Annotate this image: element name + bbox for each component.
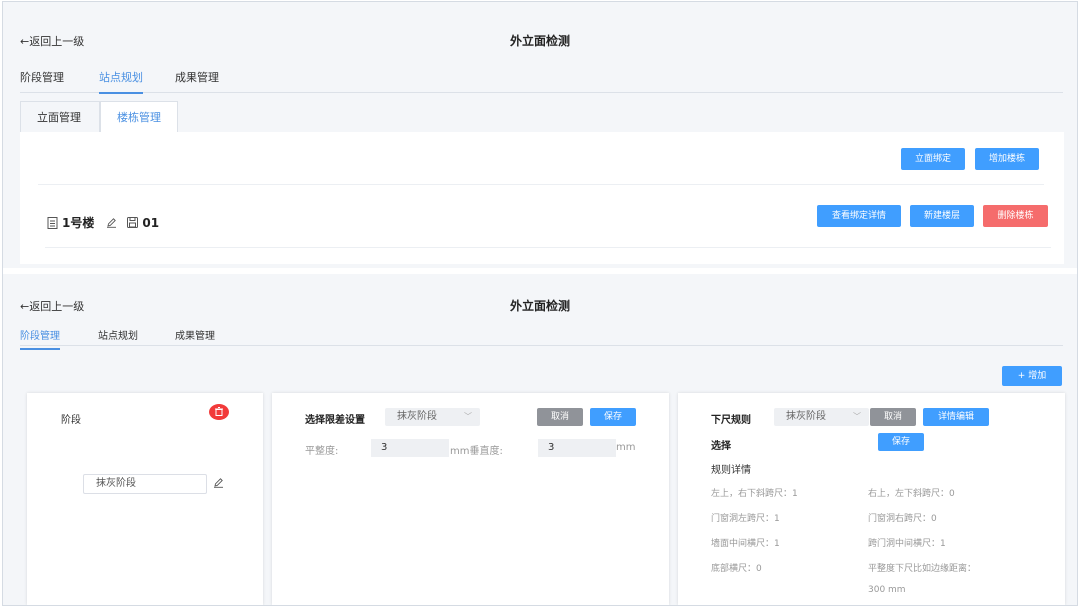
add-stage-button[interactable]: + 增加: [1002, 366, 1062, 386]
building-code: 01: [142, 215, 160, 230]
stage-card: 阶段 抹灰阶段: [27, 393, 263, 605]
edit-icon[interactable]: [106, 217, 117, 228]
building-management-panel: ←返回上一级 外立面检测 阶段管理 站点规划 成果管理 立面管理 楼栋管理 立面…: [3, 2, 1077, 268]
rule-item: 左上，右下斜跨尺：1: [711, 489, 798, 499]
main-tabs: 阶段管理 站点规划 成果管理: [20, 327, 1063, 350]
building-name: 1号楼: [62, 216, 95, 230]
unit-label: mm: [616, 442, 636, 453]
page-title: 外立面检测: [509, 299, 570, 313]
cancel-button[interactable]: 取消: [870, 408, 916, 426]
chevron-down-icon: ﹀: [464, 412, 472, 421]
divider: [45, 247, 1051, 248]
bind-facade-button[interactable]: 立面绑定: [901, 148, 965, 170]
stage-label: 阶段: [61, 415, 81, 426]
edge-distance-value: 300 mm: [868, 585, 906, 595]
building-card: 立面绑定 增加楼栋 1号楼 01 查看绑定详情 新建楼层 删除楼栋: [20, 132, 1064, 264]
rule-item: 跨门洞中间横尺：1: [868, 539, 946, 549]
stage-name-input[interactable]: 抹灰阶段: [83, 474, 207, 494]
rule-item: 墙面中间横尺：1: [711, 539, 780, 549]
tolerance-stage-select[interactable]: 抹灰阶段 ﹀: [385, 408, 480, 426]
select-value: 抹灰阶段: [786, 411, 826, 422]
select-value: 抹灰阶段: [397, 411, 437, 422]
rule-detail-title: 规则详情: [711, 465, 751, 476]
chevron-down-icon: ﹀: [853, 412, 861, 421]
flatness-label: 平整度:: [305, 446, 339, 457]
rule-card: 下尺规则 抹灰阶段 ﹀ 取消 详情编辑 选择 保存 规则详情 左上，右下斜跨尺：…: [678, 393, 1065, 605]
tolerance-card: 选择限差设置 抹灰阶段 ﹀ 取消 保存 平整度: 3 mm垂直度: 3 mm: [272, 393, 669, 605]
main-tabs: 阶段管理 站点规划 成果管理: [20, 69, 1063, 94]
rule-item: 平整度下尺比如边缘距离：: [868, 564, 977, 574]
tab-stage-management[interactable]: 阶段管理: [20, 327, 60, 350]
subtab-facade-management[interactable]: 立面管理: [20, 101, 100, 133]
detail-edit-button[interactable]: 详情编辑: [923, 408, 989, 426]
tolerance-setting-label: 选择限差设置: [305, 415, 365, 426]
app-frame: ←返回上一级 外立面检测 阶段管理 站点规划 成果管理 立面管理 楼栋管理 立面…: [2, 1, 1078, 606]
rule-item: 门窗洞左跨尺：1: [711, 514, 780, 524]
divider: [38, 184, 1044, 185]
rule-item: 门窗洞右跨尺：0: [868, 514, 937, 524]
rule-item: 底部横尺：0: [711, 564, 762, 574]
rule-item: 右上，左下斜跨尺：0: [868, 489, 955, 499]
view-binding-details-button[interactable]: 查看绑定详情: [817, 205, 901, 227]
verticality-input[interactable]: 3: [538, 439, 616, 457]
page-title: 外立面检测: [509, 34, 570, 48]
rule-stage-select[interactable]: 抹灰阶段 ﹀: [774, 408, 869, 426]
choose-label: 选择: [711, 441, 731, 452]
flatness-input[interactable]: 3: [371, 439, 449, 457]
delete-building-button[interactable]: 删除楼栋: [983, 205, 1048, 227]
save-disk-icon[interactable]: [127, 217, 139, 228]
delete-icon[interactable]: [209, 404, 229, 420]
tab-results-management[interactable]: 成果管理: [175, 69, 219, 92]
add-building-button[interactable]: 增加楼栋: [975, 148, 1039, 170]
verticality-label: mm垂直度:: [450, 446, 503, 457]
sub-tabs: 立面管理 楼栋管理: [20, 101, 1064, 133]
subtab-building-management[interactable]: 楼栋管理: [100, 101, 178, 133]
building-row: 1号楼 01: [47, 214, 159, 231]
ruler-rule-label: 下尺规则: [711, 415, 751, 426]
new-floor-button[interactable]: 新建楼层: [910, 205, 974, 227]
save-button[interactable]: 保存: [878, 433, 924, 451]
tab-results-management[interactable]: 成果管理: [175, 327, 215, 349]
tab-site-planning[interactable]: 站点规划: [99, 69, 143, 94]
save-button[interactable]: 保存: [590, 408, 636, 426]
tab-stage-management[interactable]: 阶段管理: [20, 69, 64, 92]
edit-icon[interactable]: [213, 477, 224, 488]
tab-site-planning[interactable]: 站点规划: [98, 327, 138, 349]
document-icon: [47, 216, 58, 229]
cancel-button[interactable]: 取消: [537, 408, 583, 426]
